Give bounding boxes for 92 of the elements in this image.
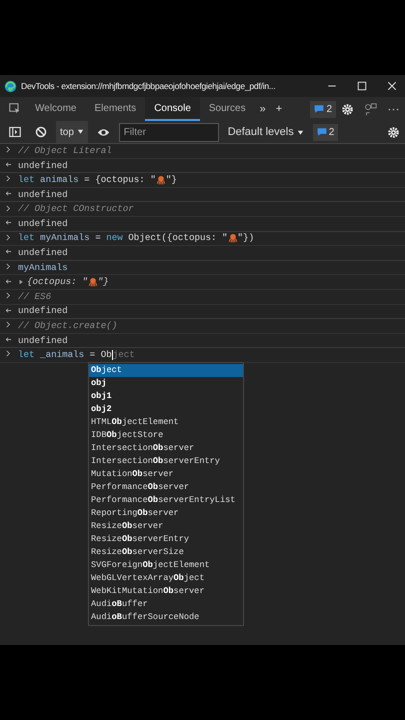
return-arrow-icon	[5, 219, 12, 226]
block-icon	[35, 126, 47, 138]
nodes-icon	[364, 102, 377, 116]
result-text: undefined	[18, 158, 68, 172]
result-text: undefined	[18, 188, 68, 202]
code-token: = {octopus: "	[83, 173, 156, 187]
suggestion-item[interactable]: ReportingObserver	[89, 507, 243, 520]
autocomplete-hint: ject	[112, 348, 135, 362]
panel-tab[interactable]: Console	[145, 97, 200, 121]
return-arrow-icon	[5, 306, 12, 314]
chevron-icon	[5, 321, 12, 328]
message-icon	[314, 104, 324, 114]
suggestion-item[interactable]: SVGForeignObjectElement	[89, 559, 243, 572]
suggestion-item[interactable]: WebKitMutationObserver	[89, 585, 243, 598]
code-token: new	[106, 231, 123, 246]
panel-tab[interactable]: Elements	[86, 97, 146, 121]
chevron-icon	[5, 146, 12, 154]
return-arrow-icon	[5, 160, 12, 168]
code-token: =	[94, 231, 102, 246]
context-dropdown[interactable]: top	[56, 121, 88, 143]
issues-button[interactable]: 2	[312, 124, 338, 140]
suggestion-item[interactable]: IDBObjectStore	[89, 429, 243, 442]
result-text: undefined	[18, 216, 68, 231]
maximize-icon	[357, 81, 367, 91]
octopus-icon	[156, 174, 166, 185]
code-token: // Object COnstructor	[18, 202, 134, 216]
suggestion-item[interactable]: WebGLVertexArrayObject	[89, 572, 243, 585]
code-token: "}	[166, 173, 177, 187]
code-token: myAnimals	[39, 231, 90, 246]
return-arrow-icon	[5, 278, 12, 285]
text-cursor	[112, 350, 113, 360]
suggestion-item[interactable]: MutationObserver	[89, 468, 243, 481]
levels-dropdown[interactable]: Default levels	[222, 124, 309, 140]
filter-field[interactable]: Filter	[118, 122, 219, 142]
add-tab-button[interactable]: +	[270, 97, 288, 121]
code-token: // Object Literal	[18, 144, 112, 158]
close-icon	[387, 81, 397, 91]
suggestion-item[interactable]: HTMLObjectElement	[89, 416, 243, 429]
caret-down-icon	[296, 128, 304, 136]
suggestion-item[interactable]: obj2	[89, 403, 243, 416]
suggestion-item[interactable]: AudioBufferSourceNode	[89, 611, 243, 624]
return-arrow-icon	[5, 336, 12, 343]
caret-right-icon	[18, 279, 24, 286]
code-token: _animals	[39, 348, 84, 362]
suggestion-item[interactable]: AudioBuffer	[89, 598, 243, 611]
code-token: "}	[98, 275, 109, 290]
code-token: {octopus: "	[27, 275, 88, 290]
result-text: undefined	[18, 304, 68, 318]
panel-tab[interactable]: Sources	[200, 97, 255, 121]
suggestion-item[interactable]: obj1	[89, 390, 243, 403]
code-token: = Ob	[88, 348, 112, 362]
code-token: "})	[238, 231, 254, 246]
code-token: Object({octopus: "	[127, 231, 228, 246]
chevron-icon	[5, 234, 12, 241]
return-arrow-icon	[5, 248, 12, 256]
code-token: let	[18, 348, 35, 362]
code-token: // ES6	[18, 290, 52, 304]
inspect-icon	[9, 103, 21, 115]
suggestion-item[interactable]: Object	[89, 364, 243, 377]
chevron-icon	[5, 204, 12, 212]
suggestion-item[interactable]: IntersectionObserver	[89, 442, 243, 455]
suggestion-item[interactable]: PerformanceObserverEntryList	[89, 494, 243, 507]
octopus-icon	[88, 277, 98, 288]
suggestion-item[interactable]: IntersectionObserverEntry	[89, 455, 243, 468]
code-token: animals	[39, 173, 79, 187]
suggestion-item[interactable]: PerformanceObserver	[89, 481, 243, 494]
code-token: myAnimals	[18, 260, 68, 274]
return-arrow-icon	[5, 190, 12, 197]
suggestion-item[interactable]: ResizeObserverSize	[89, 546, 243, 559]
window-title: DevTools - extension://mhjfbmdgcfjbbpaeojofohoefgiehjai/edge_pdf/in...	[21, 80, 276, 92]
chevron-icon	[5, 350, 12, 358]
settings-icon	[341, 102, 354, 116]
browser-logo-icon	[4, 80, 17, 92]
settings-icon	[387, 126, 400, 138]
caret-down-icon	[76, 128, 84, 136]
suggestion-item[interactable]: ResizeObserverEntry	[89, 533, 243, 546]
code-token: let	[18, 231, 35, 246]
chevron-icon	[5, 292, 12, 300]
suggestion-item[interactable]: ResizeObserver	[89, 520, 243, 533]
chevron-icon	[5, 262, 12, 270]
more-tabs-button[interactable]: »	[254, 97, 271, 121]
issues-button[interactable]: 2	[310, 100, 336, 118]
message-icon	[316, 127, 327, 137]
code-token: // Object.create()	[18, 319, 118, 333]
code-token: let	[18, 173, 35, 187]
sidebar-icon	[9, 126, 21, 138]
octopus-icon	[228, 233, 238, 244]
chevron-icon	[5, 175, 12, 182]
result-text: undefined	[18, 334, 68, 348]
suggestion-item[interactable]: obj	[89, 377, 243, 390]
result-text: undefined	[18, 246, 68, 260]
panel-tab[interactable]: Welcome	[26, 97, 86, 121]
